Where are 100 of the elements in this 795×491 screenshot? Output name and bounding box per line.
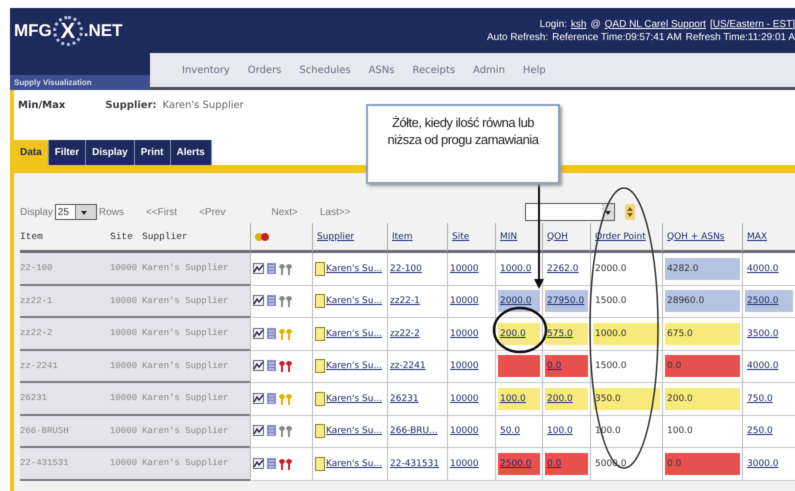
- annotation-callout: Żółte, kiedy ilość równa lub niższa od progu zamawiania: [366, 104, 560, 184]
- chart-icon[interactable]: [253, 295, 264, 306]
- value-cell[interactable]: 200.0: [498, 322, 540, 345]
- value-cell[interactable]: 0.0: [545, 452, 588, 475]
- value-cell: 1000.0: [593, 322, 660, 345]
- sortable-column-header[interactable]: Site: [452, 232, 470, 242]
- site-link[interactable]: QAD NL Carel Support: [604, 18, 706, 30]
- item-link[interactable]: zz22-1: [390, 296, 420, 306]
- tab[interactable]: Print: [134, 140, 170, 165]
- value-cell[interactable]: 27950.0: [545, 290, 588, 312]
- value-cell[interactable]: 2000.0: [498, 290, 540, 312]
- chart-icon[interactable]: [253, 328, 264, 339]
- table-cell: Karen's Supplier: [142, 350, 250, 383]
- item-link[interactable]: zz-2241: [390, 361, 426, 372]
- chart-icon[interactable]: [253, 360, 264, 372]
- chart-icon[interactable]: [253, 262, 264, 274]
- chart-icon[interactable]: [253, 458, 264, 469]
- logo-text: MFG: [14, 21, 52, 41]
- table-cell: 22-100: [20, 253, 110, 286]
- table-cell: 10000: [110, 416, 142, 448]
- nav-menu-item[interactable]: Admin: [473, 64, 505, 76]
- note-icon[interactable]: [315, 326, 325, 341]
- login-label: Login:: [540, 18, 567, 30]
- note-icon[interactable]: [315, 294, 325, 308]
- item-link[interactable]: 22-100: [390, 264, 422, 274]
- site-link[interactable]: 10000: [450, 458, 479, 469]
- table-cell: 10000: [110, 383, 142, 416]
- sortable-column-header[interactable]: QOH: [547, 232, 568, 242]
- item-link[interactable]: 26231: [390, 394, 419, 404]
- value-cell[interactable]: 200.0: [545, 388, 588, 410]
- table-cell: zz22-2: [20, 318, 110, 350]
- at-sign: @: [590, 18, 601, 30]
- last-page-link[interactable]: Last>>: [320, 206, 350, 218]
- nav-menu-item[interactable]: Help: [522, 64, 546, 76]
- table-cell: 10000: [110, 448, 142, 480]
- value-cell[interactable]: 575.0: [545, 322, 588, 345]
- value-cell: 350.0: [593, 388, 660, 410]
- table-cell: zz-2241: [20, 350, 110, 383]
- table-cell: Karen's Supplier: [142, 416, 250, 448]
- nav-menu-item[interactable]: Inventory: [182, 64, 230, 76]
- value-cell: 0.0: [665, 355, 740, 378]
- note-icon[interactable]: [315, 424, 325, 438]
- sortable-column-header[interactable]: Item: [392, 232, 412, 242]
- note-icon[interactable]: [315, 456, 325, 471]
- table-cell: Karen's Supplier: [142, 448, 250, 480]
- highlight-circle: [492, 306, 548, 354]
- sort-dropdown[interactable]: [525, 203, 616, 221]
- table-cell: Karen's Supplier: [142, 286, 250, 318]
- rows-dropdown[interactable]: 25: [54, 204, 97, 220]
- item-link[interactable]: zz22-2: [390, 328, 420, 339]
- rows-label: Rows: [98, 206, 124, 218]
- value-cell[interactable]: 2500.0: [498, 452, 540, 475]
- table-cell: Karen's Supplier: [142, 383, 250, 416]
- sortable-column-header[interactable]: MAX: [747, 232, 768, 242]
- chart-icon[interactable]: [253, 425, 264, 436]
- tab[interactable]: Display: [86, 140, 135, 165]
- nav-menu-item[interactable]: Receipts: [412, 64, 456, 76]
- tab[interactable]: Alerts: [170, 140, 212, 165]
- next-page-link[interactable]: Next>: [271, 206, 298, 218]
- site-link[interactable]: 10000: [450, 296, 479, 306]
- value-cell[interactable]: 100.0: [498, 388, 540, 410]
- auto-refresh-label: Auto Refresh:: [486, 32, 548, 42]
- user-link[interactable]: ksh: [570, 18, 586, 30]
- tab[interactable]: Filter: [48, 140, 86, 165]
- logo-tagline: Supply Visualization: [10, 75, 150, 90]
- site-link[interactable]: 10000: [450, 361, 479, 372]
- table-cell: 22-431531: [20, 448, 110, 480]
- value-cell: 4282.0: [665, 258, 740, 280]
- value-cell[interactable]: 0.0: [545, 355, 588, 378]
- value-cell[interactable]: 2500.0: [745, 290, 793, 312]
- note-icon[interactable]: [315, 392, 325, 406]
- supplier-label: Supplier:: [105, 100, 157, 111]
- site-link[interactable]: 10000: [450, 426, 479, 436]
- first-page-link[interactable]: <<First: [146, 206, 178, 218]
- table-cell: Karen's Supplier: [142, 253, 250, 286]
- sort-order-icon[interactable]: [625, 204, 636, 220]
- table-cell: zz22-1: [20, 286, 110, 318]
- note-icon[interactable]: [315, 262, 325, 276]
- display-label: Display: [20, 206, 53, 218]
- timezone-link[interactable]: [US/Eastern - EST]: [710, 18, 795, 30]
- note-icon[interactable]: [315, 359, 325, 374]
- sortable-column-header[interactable]: Supplier: [317, 232, 354, 242]
- site-link[interactable]: 10000: [450, 264, 479, 274]
- table-cell: 10000: [110, 253, 142, 286]
- nav-menu-item[interactable]: Schedules: [299, 64, 351, 76]
- tab[interactable]: Data: [14, 140, 49, 165]
- sortable-column-header[interactable]: QOH + ASNs: [667, 232, 724, 242]
- supplier-name: Karen's Supplier: [162, 100, 244, 111]
- table-cell: 26231: [20, 383, 110, 416]
- table-cell: 10000: [110, 286, 142, 318]
- site-link[interactable]: 10000: [450, 394, 479, 404]
- site-link[interactable]: 10000: [450, 328, 479, 339]
- table-cell: 10000: [110, 318, 142, 350]
- sortable-column-header[interactable]: MIN: [500, 232, 518, 242]
- table-cell: 266-BRUSH: [20, 416, 110, 448]
- nav-menu-item[interactable]: ASNs: [368, 64, 394, 76]
- nav-menu-item[interactable]: Orders: [248, 64, 282, 76]
- status-legend-icon: [255, 232, 269, 242]
- chart-icon[interactable]: [253, 392, 264, 404]
- previous-page-link[interactable]: <Prev: [199, 206, 226, 218]
